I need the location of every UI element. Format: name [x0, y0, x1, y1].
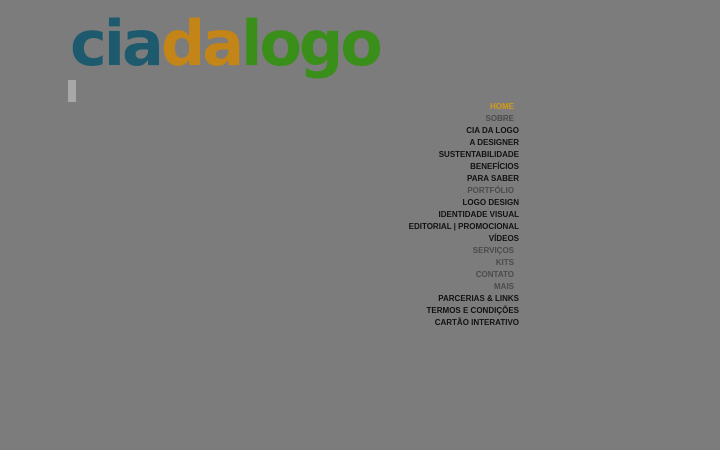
menu-toggle-button[interactable] — [68, 80, 76, 102]
page: cia da logo HOME SOBRE CIA DA LOGO A DES… — [0, 0, 720, 450]
nav-item-home[interactable]: HOME — [299, 101, 519, 113]
nav-item-kits[interactable]: KITS — [299, 257, 519, 269]
nav-item-cartao-interativo[interactable]: CARTÃO INTERATIVO — [299, 317, 519, 329]
nav-item-beneficios[interactable]: BENEFÍCIOS — [299, 161, 519, 173]
nav-item-identidade-visual[interactable]: IDENTIDADE VISUAL — [299, 209, 519, 221]
nav-item-para-saber[interactable]: PARA SABER — [299, 173, 519, 185]
nav-item-mais[interactable]: MAIS — [299, 281, 519, 293]
nav-item-contato[interactable]: CONTATO — [299, 269, 519, 281]
nav-item-logo-design[interactable]: LOGO DESIGN — [299, 197, 519, 209]
nav-item-sobre[interactable]: SOBRE — [299, 113, 519, 125]
logo-part-da: da — [160, 7, 244, 80]
nav-item-cia-da-logo[interactable]: CIA DA LOGO — [299, 125, 519, 137]
logo-part-cia: cia — [70, 7, 164, 80]
nav-item-videos[interactable]: VÍDEOS — [299, 233, 519, 245]
main-nav: HOME SOBRE CIA DA LOGO A DESIGNER SUSTEN… — [299, 101, 519, 329]
nav-item-sustentabilidade[interactable]: SUSTENTABILIDADE — [299, 149, 519, 161]
site-logo[interactable]: cia da logo — [70, 4, 383, 84]
nav-item-servicos[interactable]: SERVIÇOS — [299, 245, 519, 257]
nav-item-portfolio[interactable]: PORTFÓLIO — [299, 185, 519, 197]
nav-item-parcerias-links[interactable]: PARCERIAS & LINKS — [299, 293, 519, 305]
nav-item-a-designer[interactable]: A DESIGNER — [299, 137, 520, 149]
nav-item-editorial-promocional[interactable]: EDITORIAL | PROMOCIONAL — [299, 221, 519, 233]
nav-item-termos-condicoes[interactable]: TERMOS E CONDIÇÕES — [299, 305, 519, 317]
logo-part-logo: logo — [241, 7, 383, 80]
